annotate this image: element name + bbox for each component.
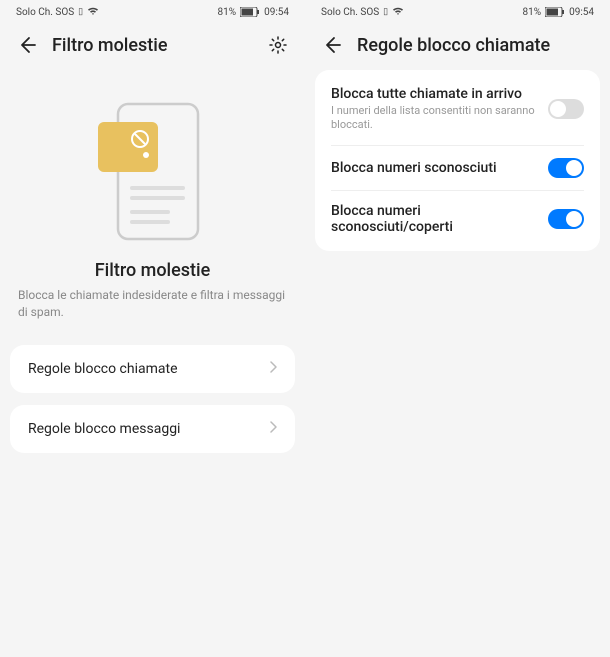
battery-pct: 81% (523, 7, 542, 18)
card-label: Regole blocco chiamate (28, 361, 178, 377)
toggle-block-unknown[interactable] (548, 158, 584, 178)
chevron-right-icon (269, 361, 277, 377)
header: Regole blocco chiamate (305, 24, 610, 70)
back-button[interactable] (16, 34, 38, 56)
setting-block-hidden: Blocca numeri sconosciuti/coperti (315, 191, 600, 247)
toggle-block-all[interactable] (548, 99, 584, 119)
card-message-block-rules[interactable]: Regole blocco messaggi (10, 405, 295, 453)
illustration (0, 70, 305, 260)
battery-icon (240, 7, 260, 18)
battery-icon (545, 7, 565, 18)
card-label: Regole blocco messaggi (28, 421, 180, 437)
setting-block-all-incoming: Blocca tutte chiamate in arrivo I numeri… (315, 74, 600, 145)
sim-icon: ▯ (78, 7, 83, 17)
card-call-block-rules[interactable]: Regole blocco chiamate (10, 345, 295, 393)
sim-icon: ▯ (383, 7, 388, 17)
wifi-icon (392, 6, 404, 19)
setting-subtitle: I numeri della lista consentiti non sara… (331, 104, 538, 133)
status-bar: Solo Ch. SOS ▯ 81% 09:54 (305, 0, 610, 24)
back-button[interactable] (321, 34, 343, 56)
time-text: 09:54 (264, 7, 289, 18)
time-text: 09:54 (569, 7, 594, 18)
carrier-text: Solo Ch. SOS (321, 7, 379, 18)
setting-title: Blocca numeri sconosciuti/coperti (331, 203, 538, 235)
chevron-right-icon (269, 421, 277, 437)
status-bar: Solo Ch. SOS ▯ 81% 09:54 (0, 0, 305, 24)
setting-block-unknown: Blocca numeri sconosciuti (315, 146, 600, 190)
settings-group: Blocca tutte chiamate in arrivo I numeri… (315, 70, 600, 251)
screen-call-block-rules: Solo Ch. SOS ▯ 81% 09:54 Regole blocco c… (305, 0, 610, 657)
page-title: Regole blocco chiamate (357, 35, 594, 56)
hero-title: Filtro molestie (0, 260, 305, 281)
wifi-icon (87, 6, 99, 19)
setting-title: Blocca tutte chiamate in arrivo (331, 86, 538, 102)
page-title: Filtro molestie (52, 35, 253, 56)
settings-button[interactable] (267, 34, 289, 56)
hero-description: Blocca le chiamate indesiderate e filtra… (0, 287, 305, 321)
toggle-block-hidden[interactable] (548, 209, 584, 229)
battery-pct: 81% (218, 7, 237, 18)
header: Filtro molestie (0, 24, 305, 70)
setting-title: Blocca numeri sconosciuti (331, 160, 538, 176)
screen-harassment-filter: Solo Ch. SOS ▯ 81% 09:54 Filtro molestie (0, 0, 305, 657)
carrier-text: Solo Ch. SOS (16, 7, 74, 18)
